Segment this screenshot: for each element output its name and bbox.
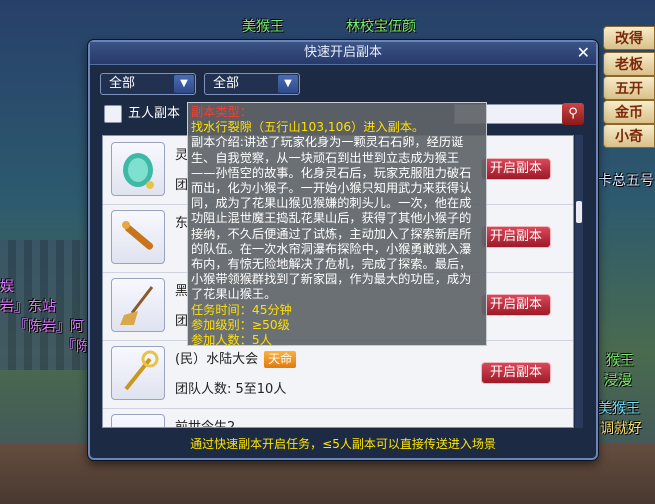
list-scrollbar[interactable] — [575, 135, 583, 428]
tooltip-description: 副本介绍:讲述了玩家化身为一颗灵石石卵，经历诞生、自我觉察，从一块顽石到出世到立… — [191, 135, 472, 302]
jade-stone-icon — [111, 142, 165, 196]
dialog-title: 快速开启副本 — [90, 42, 596, 65]
open-dungeon-button[interactable]: 开启副本 — [481, 362, 551, 384]
level-filter-dropdown[interactable]: 全部 ▼ — [204, 73, 300, 95]
tooltip-location: 找水行裂隙（五行山103,106）进入副本。 — [191, 120, 425, 135]
destiny-badge: 天命 — [264, 351, 297, 368]
open-dungeon-button[interactable]: 开启副本 — [481, 226, 551, 248]
npc-name-label: 猴王 — [606, 353, 634, 369]
side-shortcut-button[interactable]: 金币 — [603, 100, 655, 124]
dropdown-value: 全部 — [109, 76, 136, 91]
scroll-thumb[interactable] — [576, 201, 582, 223]
npc-name-label: 调就好 — [600, 421, 642, 437]
footer-hint: 通过快速副本开启任务，≤5人副本可以直接传送进入场景 — [190, 437, 496, 451]
npc-name-label: 美猴王 — [598, 401, 640, 417]
dungeon-tooltip: 副本类型： 找水行裂隙（五行山103,106）进入副本。 副本介绍:讲述了玩家化… — [187, 102, 487, 348]
flute-icon — [111, 210, 165, 264]
npc-name-label: 林校宝伍颜 — [346, 19, 416, 35]
side-shortcut-button[interactable]: 老板 — [603, 52, 655, 76]
list-item[interactable]: 前世今生2 — [103, 408, 573, 428]
player-name-label: 『陈岩』阿 — [14, 319, 84, 335]
side-shortcut-button[interactable]: 改得 — [603, 26, 655, 50]
five-person-checkbox[interactable] — [104, 105, 122, 123]
list-item[interactable]: (民）水陆大会 天命 团队人数: 5至10人 开启副本 — [103, 340, 573, 409]
chevron-down-icon: ▼ — [174, 75, 194, 93]
player-name-label: 『陈 — [62, 339, 90, 355]
golden-staff-icon — [111, 346, 165, 400]
five-person-label: 五人副本 — [128, 106, 181, 121]
dungeon-team-size: 团队人数: 5至10人 — [175, 382, 287, 397]
chevron-down-icon: ▼ — [278, 75, 298, 93]
side-shortcut-button[interactable]: 五开 — [603, 76, 655, 100]
open-dungeon-button[interactable]: 开启副本 — [481, 294, 551, 316]
npc-name-label: 浸漫 — [604, 373, 632, 389]
npc-name-label: 美猴王 — [242, 19, 284, 35]
tooltip-type: 副本类型： — [191, 105, 252, 119]
tooltip-time: 任务时间：45分钟 — [191, 302, 292, 317]
bowl-icon — [111, 414, 165, 427]
dungeon-name: 前世今生2 — [175, 420, 236, 428]
player-name-label: 岩』东站 — [0, 299, 56, 315]
dungeon-name: (民）水陆大会 天命 — [175, 348, 297, 368]
broom-icon — [111, 278, 165, 332]
side-shortcut-button[interactable]: 小奇 — [603, 124, 655, 148]
close-icon[interactable]: ✕ — [577, 44, 590, 62]
search-icon[interactable]: ⚲ — [562, 103, 584, 125]
tooltip-people: 参加人数：5人 — [191, 333, 272, 348]
tooltip-level: 参加级别：≥50级 — [191, 317, 290, 332]
dropdown-value: 全部 — [213, 76, 240, 91]
player-name-label: 娱 — [0, 279, 14, 295]
open-dungeon-button[interactable]: 开启副本 — [481, 158, 551, 180]
npc-name-label: 卡总五号 — [598, 173, 654, 189]
category-filter-dropdown[interactable]: 全部 ▼ — [100, 73, 196, 95]
